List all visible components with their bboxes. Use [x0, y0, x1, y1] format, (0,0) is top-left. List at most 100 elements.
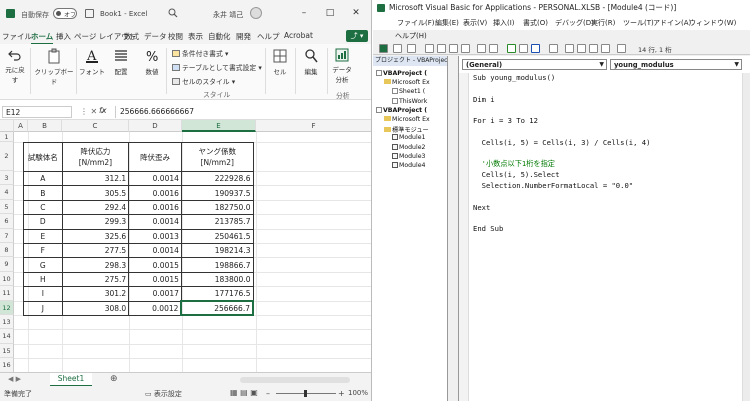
code-line[interactable] [473, 149, 748, 160]
fx-icon[interactable]: fx [99, 106, 107, 115]
tab-developer[interactable]: 開発 [236, 31, 251, 42]
code-line[interactable] [473, 192, 748, 203]
code-line[interactable] [473, 213, 748, 224]
project-explorer-icon[interactable] [565, 44, 574, 53]
code-line[interactable]: Sub young_modulus() [473, 73, 748, 84]
tab-formulas[interactable]: 数式 [124, 31, 139, 42]
code-line[interactable]: Dim i [473, 95, 748, 106]
menu-format[interactable]: 書式(O) [523, 18, 548, 28]
col-header-f[interactable]: F [256, 120, 371, 132]
table-cell[interactable]: 0.0016 [128, 185, 182, 201]
paste-icon[interactable] [449, 44, 458, 53]
row-header[interactable]: 10 [0, 271, 14, 287]
code-margin[interactable] [459, 73, 469, 401]
table-cell[interactable]: 250461.5 [180, 228, 254, 244]
run-icon[interactable] [507, 44, 516, 53]
clipboard-button[interactable]: クリップボード [34, 48, 74, 86]
formula-input[interactable]: 256666.666666667 [115, 106, 365, 118]
tree-item[interactable]: VBAProject ( [376, 70, 427, 77]
table-cell[interactable]: 182750.0 [180, 199, 254, 216]
table-cell[interactable]: F [23, 242, 63, 259]
table-format-button[interactable]: テーブルとして書式設定 ▾ [172, 62, 262, 72]
table-cell[interactable]: 0.0013 [128, 228, 182, 244]
redo-icon[interactable] [489, 44, 498, 53]
table-cell[interactable]: 0.0014 [128, 242, 182, 259]
menu-edit[interactable]: 編集(E) [435, 18, 459, 28]
table-cell[interactable]: 0.0017 [128, 286, 182, 302]
row-header[interactable]: 12 [0, 300, 14, 315]
menu-window[interactable]: ウィンドウ(W) [689, 18, 736, 28]
font-button[interactable]: A フォント [79, 48, 105, 76]
tree-item[interactable]: Module3 [392, 152, 425, 160]
tree-item[interactable]: Microsoft Ex [384, 116, 430, 123]
col-header-b[interactable]: B [28, 120, 62, 132]
table-cell[interactable]: 308.0 [61, 300, 130, 316]
search-icon[interactable] [168, 8, 178, 18]
object-browser-icon[interactable] [589, 44, 598, 53]
tree-item[interactable]: Module2 [392, 143, 425, 151]
display-settings-button[interactable]: ▭ 表示設定 [145, 389, 182, 399]
table-cell[interactable]: 213785.7 [180, 214, 254, 230]
vertical-scrollbar[interactable] [742, 73, 750, 401]
menu-insert[interactable]: 挿入(I) [493, 18, 515, 28]
autosave-toggle[interactable]: オフ [53, 8, 77, 19]
row-header[interactable]: 9 [0, 257, 14, 272]
row-header[interactable]: 8 [0, 243, 14, 258]
table-cell[interactable]: 275.7 [61, 271, 130, 288]
table-cell[interactable]: 292.4 [61, 199, 130, 216]
procedure-combo[interactable]: young_modulus ▼ [610, 59, 742, 70]
tree-item[interactable]: Module1 [392, 134, 425, 141]
tab-help[interactable]: ヘルプ [257, 31, 280, 42]
zoom-out-icon[interactable]: – [266, 389, 270, 398]
maximize-icon[interactable]: □ [322, 6, 338, 20]
menu-help[interactable]: ヘルプ(H) [395, 31, 427, 41]
col-header-a[interactable]: A [14, 120, 28, 132]
table-cell[interactable]: I [23, 286, 63, 302]
alignment-button[interactable]: 配置 [110, 48, 132, 76]
tab-insert[interactable]: 挿入 [56, 31, 71, 42]
select-all-corner[interactable] [0, 120, 14, 132]
code-line[interactable]: Cells(i, 5) = Cells(i, 3) / Cells(i, 4) [473, 138, 748, 149]
minimize-icon[interactable]: – [296, 6, 312, 20]
table-cell[interactable]: 222928.6 [180, 170, 254, 187]
add-sheet-icon[interactable]: ⊕ [110, 374, 118, 384]
row-header[interactable]: 6 [0, 214, 14, 229]
tab-automate[interactable]: 自動化 [208, 31, 231, 42]
close-icon[interactable]: ✕ [348, 6, 364, 20]
menu-file[interactable]: ファイル(F) [397, 18, 435, 28]
row-header[interactable]: 11 [0, 286, 14, 301]
worksheet-grid[interactable]: A B C D E F 1 2 3 4 5 6 7 8 9 10 11 12 13 14 15 16 試験体名… [0, 120, 371, 373]
table-cell[interactable]: 0.0012 [128, 300, 182, 316]
col-header-e[interactable]: E [182, 120, 256, 132]
table-cell[interactable]: H [23, 271, 63, 288]
share-button[interactable]: ⤴ ▾ [346, 30, 368, 42]
table-cell[interactable]: 305.5 [61, 185, 130, 201]
code-line[interactable]: End Sub [473, 224, 748, 235]
table-cell[interactable]: 298.3 [61, 257, 130, 273]
code-line[interactable]: Selection.NumberFormatLocal = "0.0" [473, 181, 748, 192]
table-cell[interactable]: G [23, 257, 63, 273]
col-header-d[interactable]: D [129, 120, 182, 132]
name-box[interactable]: E12 [2, 106, 72, 118]
sheet-nav-icon[interactable]: ◀ ▶ [8, 375, 21, 383]
zoom-in-icon[interactable]: + [338, 389, 345, 398]
cells-button[interactable]: セル [269, 48, 291, 76]
editing-button[interactable]: 編集 [299, 48, 323, 76]
menu-debug[interactable]: デバッグ(D) [555, 18, 594, 28]
avatar[interactable] [250, 7, 262, 19]
row-header[interactable]: 2 [0, 142, 14, 171]
row-header[interactable]: 13 [0, 315, 14, 330]
table-cell[interactable]: C [23, 199, 63, 216]
tree-item[interactable]: 標準モジュー [384, 125, 429, 134]
horizontal-scrollbar[interactable] [240, 377, 350, 383]
view-mode-icons[interactable]: ▦ ▤ ▣ [230, 388, 258, 397]
save-icon[interactable] [407, 44, 416, 53]
table-cell[interactable]: 0.0014 [128, 214, 182, 230]
row-header[interactable]: 14 [0, 329, 14, 344]
code-editor[interactable]: Sub young_modulus() Dim i For i = 3 To 12 … [473, 73, 748, 235]
table-cell[interactable]: 0.0014 [128, 170, 182, 187]
tab-review[interactable]: 校閲 [168, 31, 183, 42]
pause-icon[interactable] [519, 44, 528, 53]
toolbox-icon[interactable] [601, 44, 610, 53]
analyze-data-button[interactable]: データ分析 [330, 48, 354, 84]
